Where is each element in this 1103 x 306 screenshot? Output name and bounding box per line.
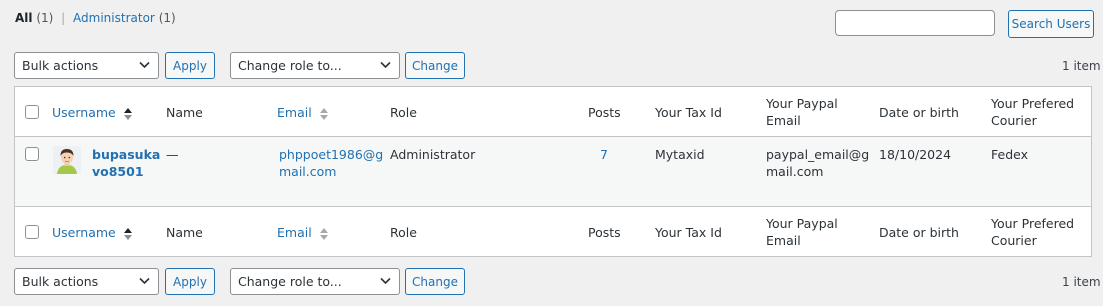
- change-role-select-top[interactable]: Change role to...: [230, 52, 400, 79]
- change-button-bottom[interactable]: Change: [405, 268, 465, 295]
- bulk-actions-select-top[interactable]: Bulk actions: [14, 52, 159, 79]
- column-prefered-courier: Your Prefered Courier: [991, 95, 1074, 129]
- cell-courier: Fedex: [991, 147, 1028, 162]
- chevron-down-icon: [139, 277, 150, 285]
- username-line1[interactable]: bupasuka: [92, 146, 160, 163]
- column-paypal-email: Your Paypal Email: [766, 95, 838, 129]
- chevron-down-icon: [380, 61, 391, 69]
- cell-paypal-email: paypal_email@g mail.com: [766, 146, 869, 180]
- change-role-select-bottom[interactable]: Change role to...: [230, 268, 400, 295]
- table-footer: Username Name Email Role Posts Your Tax …: [15, 207, 1091, 257]
- column-posts-footer: Posts: [588, 225, 621, 240]
- bulk-actions-label: Bulk actions: [22, 58, 99, 73]
- posts-count-link[interactable]: 7: [600, 146, 608, 163]
- table-row: bupasuka vo8501 — phppoet1986@g mail.com…: [15, 137, 1091, 207]
- table-header: Username Name Email Role Posts Your Tax …: [15, 87, 1091, 137]
- column-tax-id-footer: Your Tax Id: [655, 225, 722, 240]
- username-sort-link[interactable]: Username: [52, 105, 116, 120]
- column-name: Name: [166, 105, 203, 120]
- column-paypal-email-footer: Your Paypal Email: [766, 215, 838, 249]
- avatar: [53, 146, 81, 174]
- chevron-down-icon: [380, 277, 391, 285]
- column-courier-line2: Courier: [991, 233, 1037, 248]
- paypal-line2: mail.com: [766, 164, 824, 179]
- username-sort-link[interactable]: Username: [52, 225, 116, 240]
- email-line2[interactable]: mail.com: [279, 163, 383, 180]
- cell-name: —: [166, 147, 179, 162]
- paypal-line1: paypal_email@g: [766, 147, 870, 162]
- view-all-link[interactable]: All: [15, 11, 33, 25]
- row-checkbox[interactable]: [25, 147, 39, 161]
- bulk-actions-select-bottom[interactable]: Bulk actions: [14, 268, 159, 295]
- column-paypal-line1: Your Paypal: [766, 96, 838, 111]
- apply-button-bottom[interactable]: Apply: [165, 268, 215, 295]
- column-tax-id: Your Tax Id: [655, 105, 722, 120]
- sort-arrows-icon: [319, 107, 328, 120]
- view-all-count: (1): [36, 11, 54, 25]
- view-administrator-link[interactable]: Administrator: [73, 11, 155, 25]
- items-count-top: 1 item: [1062, 59, 1101, 73]
- items-count-bottom: 1 item: [1062, 275, 1101, 289]
- bulk-actions-label: Bulk actions: [22, 274, 99, 289]
- username-link[interactable]: bupasuka vo8501: [92, 146, 160, 180]
- search-input[interactable]: [835, 10, 995, 36]
- column-courier-line1: Your Prefered: [991, 96, 1075, 111]
- cell-date-of-birth: 18/10/2024: [879, 147, 952, 162]
- email-sort-link[interactable]: Email: [277, 105, 312, 120]
- column-role: Role: [390, 105, 417, 120]
- views-filter: All (1) | Administrator (1): [15, 11, 176, 25]
- view-administrator-count: (1): [158, 11, 176, 25]
- email-line1[interactable]: phppoet1986@g: [279, 146, 383, 163]
- cell-tax-id: Mytaxid: [655, 147, 705, 162]
- select-all-checkbox[interactable]: [25, 105, 39, 119]
- column-posts: Posts: [588, 105, 621, 120]
- username-line2[interactable]: vo8501: [92, 163, 160, 180]
- sort-arrows-icon: [319, 227, 328, 240]
- sort-arrows-icon: [123, 107, 132, 120]
- column-email-footer[interactable]: Email: [277, 224, 328, 241]
- column-date-of-birth: Date or birth: [879, 105, 959, 120]
- email-link[interactable]: phppoet1986@g mail.com: [279, 146, 383, 180]
- search-users-button[interactable]: Search Users: [1008, 10, 1094, 38]
- column-paypal-line1: Your Paypal: [766, 216, 838, 231]
- column-courier-line2: Courier: [991, 113, 1037, 128]
- column-role-footer: Role: [390, 225, 417, 240]
- column-username[interactable]: Username: [52, 104, 132, 121]
- change-role-label: Change role to...: [238, 274, 342, 289]
- column-name-footer: Name: [166, 225, 203, 240]
- column-paypal-line2: Email: [766, 113, 801, 128]
- change-role-label: Change role to...: [238, 58, 342, 73]
- column-email[interactable]: Email: [277, 104, 328, 121]
- view-separator: |: [61, 11, 66, 25]
- column-prefered-courier-footer: Your Prefered Courier: [991, 215, 1074, 249]
- column-paypal-line2: Email: [766, 233, 801, 248]
- chevron-down-icon: [139, 61, 150, 69]
- email-sort-link[interactable]: Email: [277, 225, 312, 240]
- sort-arrows-icon: [123, 227, 132, 240]
- column-courier-line1: Your Prefered: [991, 216, 1075, 231]
- user-avatar-icon: [53, 146, 81, 174]
- select-all-checkbox-footer[interactable]: [25, 225, 39, 239]
- column-username-footer[interactable]: Username: [52, 224, 132, 241]
- cell-role: Administrator: [390, 147, 476, 162]
- apply-button-top[interactable]: Apply: [165, 52, 215, 79]
- users-table: Username Name Email Role Posts Your Tax …: [14, 86, 1092, 257]
- change-button-top[interactable]: Change: [405, 52, 465, 79]
- column-date-of-birth-footer: Date or birth: [879, 225, 959, 240]
